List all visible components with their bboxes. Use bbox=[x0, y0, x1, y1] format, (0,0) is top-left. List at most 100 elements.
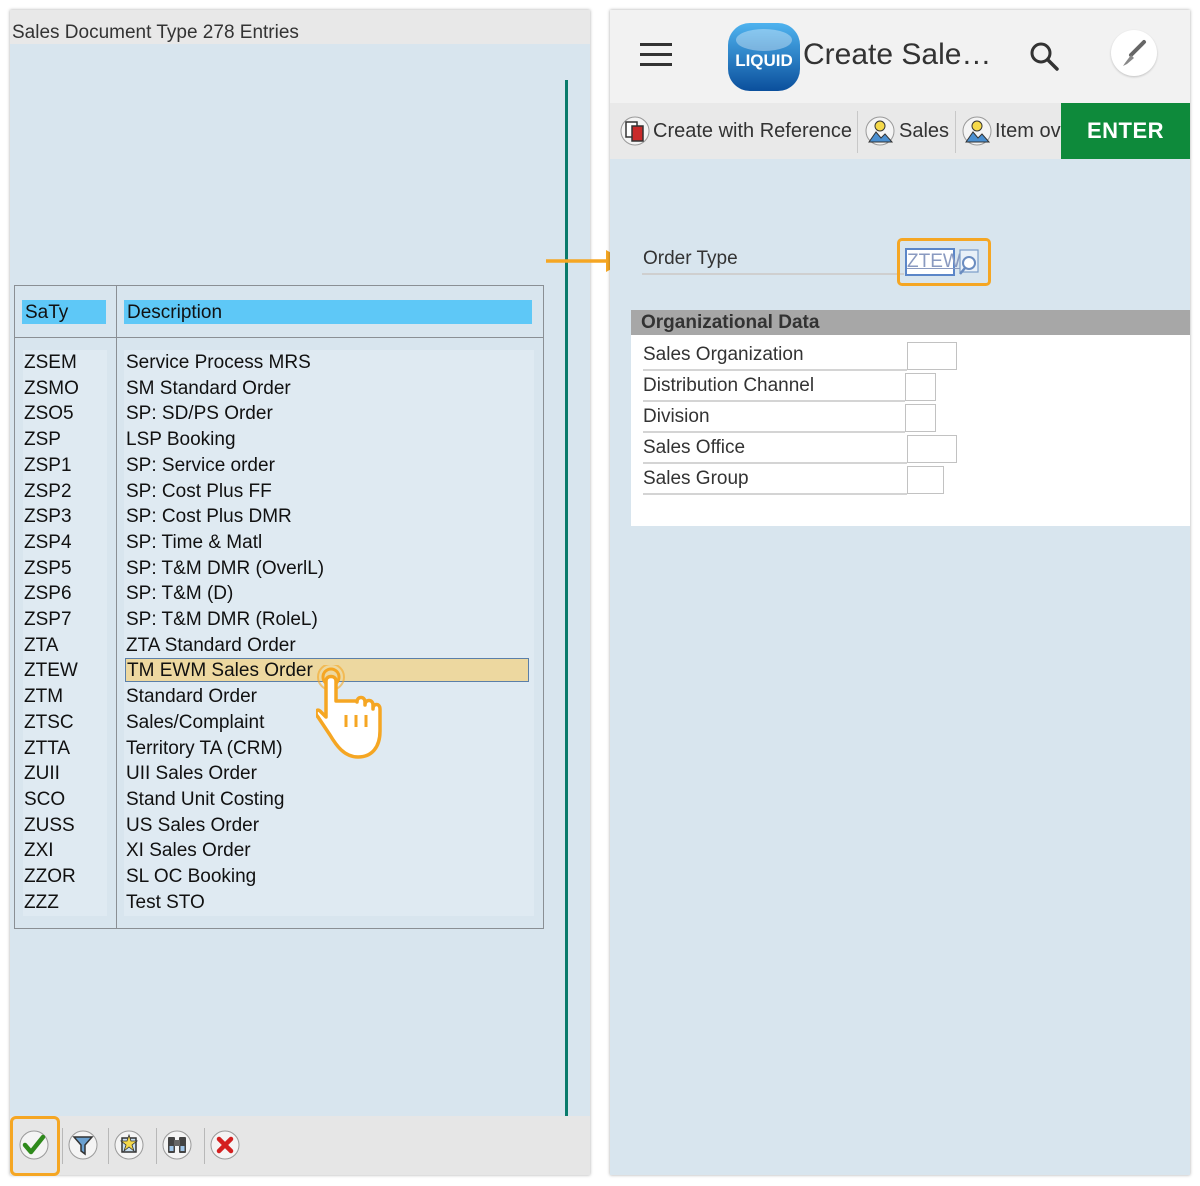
sales-document-type-table: SaTy Description ZSEM Service Process MRS… bbox=[14, 285, 544, 929]
org-field-row: Distribution Channel bbox=[643, 373, 963, 404]
svg-text:LIQUID: LIQUID bbox=[735, 51, 793, 70]
row-description: SL OC Booking bbox=[126, 866, 257, 887]
app-title: Create Sale… bbox=[803, 38, 992, 71]
divider-line bbox=[565, 80, 568, 1120]
order-type-highlight bbox=[897, 238, 991, 286]
org-field-row: Sales Office bbox=[643, 435, 963, 466]
table-row[interactable]: ZSEM Service Process MRS bbox=[15, 350, 543, 376]
row-code: ZSP1 bbox=[24, 454, 72, 476]
table-row[interactable]: ZSP LSP Booking bbox=[15, 427, 543, 453]
liquid-logo: LIQUID bbox=[728, 23, 800, 91]
tab-label: Sales bbox=[899, 119, 950, 142]
value-help-panel: Sales Document Type 278 Entries SaTy Des… bbox=[10, 10, 590, 1176]
table-row[interactable]: ZTSC Sales/Complaint bbox=[15, 710, 543, 736]
theme-button[interactable] bbox=[1111, 30, 1157, 76]
row-description: Service Process MRS bbox=[126, 352, 311, 373]
row-code: ZZOR bbox=[24, 866, 76, 887]
binoculars-icon bbox=[162, 1130, 192, 1160]
table-row[interactable]: ZSMO SM Standard Order bbox=[15, 376, 543, 402]
row-description: SP: Cost Plus DMR bbox=[126, 506, 292, 528]
row-description: SP: T&M DMR (OverlL) bbox=[126, 557, 325, 579]
confirm-highlight bbox=[10, 1116, 60, 1176]
new-entry-button[interactable] bbox=[111, 1126, 147, 1164]
row-code: ZTA bbox=[24, 634, 59, 656]
field-label: Sales Office bbox=[643, 437, 746, 458]
row-code: ZXI bbox=[24, 840, 54, 862]
search-binoculars-button[interactable] bbox=[159, 1126, 195, 1164]
enter-button[interactable]: ENTER bbox=[1061, 103, 1190, 159]
table-row[interactable]: SCO Stand Unit Costing bbox=[15, 787, 543, 813]
header-separator bbox=[15, 337, 543, 338]
sales-group-input[interactable] bbox=[907, 466, 944, 494]
table-row[interactable]: ZSP1 SP: Service order bbox=[15, 453, 543, 479]
table-row[interactable]: ZUII UII Sales Order bbox=[15, 761, 543, 787]
table-row[interactable]: ZSP5 SP: T&M DMR (OverlL) bbox=[15, 556, 543, 582]
row-code: ZTSC bbox=[24, 711, 74, 733]
org-field-row: Division bbox=[643, 404, 963, 435]
table-row[interactable]: ZZOR SL OC Booking bbox=[15, 864, 543, 890]
row-description: US Sales Order bbox=[126, 814, 260, 836]
tab-create-with-reference[interactable]: Create with Reference bbox=[620, 103, 858, 159]
cancel-icon bbox=[210, 1130, 240, 1160]
row-description: SP: Service order bbox=[126, 454, 275, 476]
table-row-selected[interactable]: ZTEW TM EWM Sales Order bbox=[15, 658, 543, 684]
row-description: SP: Time & Matl bbox=[126, 531, 263, 553]
group-title: Organizational Data bbox=[631, 310, 1190, 335]
organizational-data-group: Organizational Data Sales Organization D… bbox=[631, 310, 1190, 526]
liquid-ui-screen: LIQUID Create Sale… Create with Referenc… bbox=[610, 10, 1190, 1175]
row-code: ZTEW bbox=[24, 660, 78, 682]
search-icon[interactable] bbox=[1028, 40, 1060, 72]
row-code: ZSMO bbox=[24, 377, 79, 399]
row-code: ZSP2 bbox=[24, 480, 72, 502]
copy-document-icon bbox=[620, 116, 650, 146]
hand-pointer-icon bbox=[316, 665, 382, 759]
paintbrush-icon bbox=[1123, 40, 1146, 66]
row-description: SM Standard Order bbox=[126, 377, 291, 399]
table-row[interactable]: ZSP4 SP: Time & Matl bbox=[15, 530, 543, 556]
row-code: ZSP6 bbox=[24, 583, 72, 605]
field-label: Sales Organization bbox=[643, 344, 804, 365]
new-entry-icon bbox=[114, 1130, 144, 1160]
cancel-button[interactable] bbox=[207, 1126, 243, 1164]
value-help-title: Sales Document Type 278 Entries bbox=[10, 10, 590, 44]
row-code: ZUII bbox=[24, 763, 60, 785]
filter-button[interactable] bbox=[65, 1126, 101, 1164]
row-code: ZSP7 bbox=[24, 609, 72, 630]
column-header-description[interactable]: Description bbox=[124, 300, 532, 324]
tab-item-overview[interactable]: Item ov bbox=[962, 103, 1061, 159]
tab-sales[interactable]: Sales bbox=[865, 103, 955, 159]
table-row[interactable]: ZTM Standard Order bbox=[15, 684, 543, 710]
field-label: Division bbox=[643, 406, 710, 427]
table-row[interactable]: ZSP6 SP: T&M (D) bbox=[15, 581, 543, 607]
hamburger-menu-icon[interactable] bbox=[640, 42, 672, 68]
row-description: ZTA Standard Order bbox=[126, 634, 296, 656]
table-row[interactable]: ZSP2 SP: Cost Plus FF bbox=[15, 479, 543, 505]
row-code: SCO bbox=[24, 788, 66, 810]
row-description: XI Sales Order bbox=[126, 840, 251, 862]
org-field-row: Sales Group bbox=[643, 466, 963, 497]
sales-office-input[interactable] bbox=[907, 435, 957, 463]
table-row[interactable]: ZUSS US Sales Order bbox=[15, 813, 543, 839]
row-description: LSP Booking bbox=[126, 429, 236, 451]
sales-organization-input[interactable] bbox=[907, 342, 957, 370]
row-description: Test STO bbox=[126, 891, 205, 913]
row-code: ZUSS bbox=[24, 814, 75, 836]
order-type-label: Order Type bbox=[643, 248, 738, 269]
distribution-channel-input[interactable] bbox=[905, 373, 936, 401]
table-row[interactable]: ZSO5 SP: SD/PS Order bbox=[15, 401, 543, 427]
division-input[interactable] bbox=[905, 404, 936, 432]
table-row[interactable]: ZTA ZTA Standard Order bbox=[15, 633, 543, 659]
app-bar: LIQUID Create Sale… bbox=[610, 10, 1190, 103]
table-row[interactable]: ZZZ Test STO bbox=[15, 890, 543, 916]
column-header-saty[interactable]: SaTy bbox=[22, 300, 106, 324]
table-row[interactable]: ZSP7 SP: T&M DMR (RoleL) bbox=[15, 607, 543, 633]
table-row[interactable]: ZSP3 SP: Cost Plus DMR bbox=[15, 504, 543, 530]
row-code: ZSP4 bbox=[24, 531, 72, 553]
row-code: ZTM bbox=[24, 686, 64, 708]
row-code: ZSP3 bbox=[24, 506, 72, 528]
table-row[interactable]: ZXI XI Sales Order bbox=[15, 838, 543, 864]
row-description: SP: SD/PS Order bbox=[126, 403, 273, 425]
table-row[interactable]: ZTTA Territory TA (CRM) bbox=[15, 736, 543, 762]
row-description: Standard Order bbox=[126, 686, 257, 708]
row-code: ZTTA bbox=[24, 737, 71, 759]
